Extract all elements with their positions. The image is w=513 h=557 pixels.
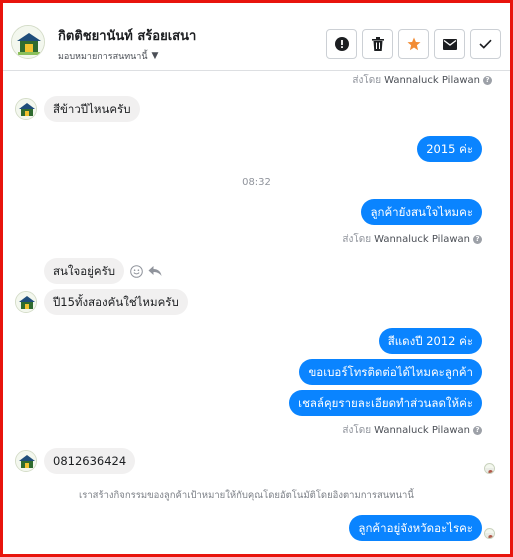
message-bubble[interactable]: 0812636424 bbox=[44, 448, 136, 474]
messenger-window: กิตติชยานันท์ สร้อยเสนา มอบหมายการสนทนาน… bbox=[0, 0, 513, 557]
timestamp: 08:32 bbox=[242, 177, 271, 188]
message-bubble[interactable]: สีข้าวปีไหนครับ bbox=[44, 96, 140, 122]
sent-by-label: ส่งโดย Wannaluck Pilawan ? bbox=[352, 73, 492, 88]
customer-avatar[interactable] bbox=[15, 450, 37, 472]
sender-name: Wannaluck Pilawan bbox=[374, 425, 470, 436]
customer-avatar[interactable] bbox=[15, 291, 37, 313]
outgoing-message-row: 2015 ค่ะ bbox=[417, 136, 482, 162]
message-bubble[interactable]: สนใจอยู่ครับ bbox=[44, 258, 125, 284]
page-avatar[interactable] bbox=[11, 25, 45, 59]
message-bubble[interactable]: ลูกค้ายังสนใจไหมคะ bbox=[361, 199, 482, 225]
conversation-header: กิตติชยานันท์ สร้อยเสนา มอบหมายการสนทนาน… bbox=[3, 3, 510, 71]
outgoing-message-row: สีแดงปี 2012 ค่ะ bbox=[378, 328, 482, 354]
message-bubble[interactable]: ขอเบอร์โทรติดต่อได้ไหมคะลูกค้า bbox=[299, 359, 482, 385]
outgoing-message-row: ลูกค้ายังสนใจไหมคะ bbox=[361, 199, 482, 225]
message-bubble[interactable]: เชลล์คุยรายละเอียดทำส่วนลดให้ค่ะ bbox=[289, 390, 482, 416]
message-list[interactable]: ส่งโดย Wannaluck Pilawan ? สีข้าวปีไหนคร… bbox=[3, 72, 510, 554]
assign-conversation[interactable]: มอบหมายการสนทนานี้ ▼ bbox=[58, 49, 158, 63]
message-bubble[interactable]: ปี15ทั้งสองคันใช่ไหมครับ bbox=[44, 289, 188, 315]
incoming-message-row: 0812636424 bbox=[15, 448, 136, 474]
message-bubble[interactable]: สีแดงปี 2012 ค่ะ bbox=[378, 328, 482, 354]
message-actions bbox=[130, 264, 162, 278]
help-icon[interactable]: ? bbox=[473, 235, 482, 244]
outgoing-message-row: เชลล์คุยรายละเอียดทำส่วนลดให้ค่ะ bbox=[289, 390, 482, 416]
delete-button[interactable] bbox=[362, 29, 393, 59]
help-icon[interactable]: ? bbox=[483, 76, 492, 85]
reply-icon[interactable] bbox=[148, 265, 162, 277]
customer-avatar[interactable] bbox=[15, 98, 37, 120]
star-button[interactable] bbox=[398, 29, 429, 59]
incoming-message-row: สนใจอยู่ครับ bbox=[44, 258, 162, 284]
sender-name: Wannaluck Pilawan bbox=[374, 234, 470, 245]
assign-label: มอบหมายการสนทนานี้ bbox=[58, 52, 148, 62]
sent-by-prefix: ส่งโดย bbox=[352, 75, 382, 86]
sent-by-label: ส่งโดย Wannaluck Pilawan ? bbox=[342, 232, 482, 247]
page-title: กิตติชยานันท์ สร้อยเสนา bbox=[58, 29, 197, 44]
seen-avatar bbox=[484, 528, 495, 539]
conversation-toolbar bbox=[326, 29, 501, 59]
help-icon[interactable]: ? bbox=[473, 426, 482, 435]
message-bubble[interactable]: 2015 ค่ะ bbox=[417, 136, 482, 162]
sent-by-prefix: ส่งโดย bbox=[342, 425, 372, 436]
message-bubble[interactable]: ลูกค้าอยู่จังหวัดอะไรคะ bbox=[349, 515, 482, 541]
seen-avatar bbox=[484, 463, 495, 474]
check-icon bbox=[479, 39, 492, 49]
report-button[interactable] bbox=[326, 29, 357, 59]
emoji-icon[interactable] bbox=[130, 264, 143, 278]
sent-by-prefix: ส่งโดย bbox=[342, 234, 372, 245]
incoming-message-row: ปี15ทั้งสองคันใช่ไหมครับ bbox=[15, 289, 188, 315]
auto-activity-notice: เราสร้างกิจกรรมของลูกค้าเป้าหมายให้กับคุ… bbox=[79, 490, 414, 501]
mail-button[interactable] bbox=[434, 29, 465, 59]
sent-by-label: ส่งโดย Wannaluck Pilawan ? bbox=[342, 423, 482, 438]
incoming-message-row: สีข้าวปีไหนครับ bbox=[15, 96, 140, 122]
outgoing-message-row: ขอเบอร์โทรติดต่อได้ไหมคะลูกค้า bbox=[299, 359, 482, 385]
done-button[interactable] bbox=[470, 29, 501, 59]
alert-icon bbox=[334, 37, 349, 51]
mail-icon bbox=[442, 38, 457, 50]
star-icon bbox=[407, 37, 420, 51]
outgoing-message-row: ลูกค้าอยู่จังหวัดอะไรคะ bbox=[349, 515, 482, 541]
trash-icon bbox=[371, 37, 384, 51]
chevron-down-icon: ▼ bbox=[151, 51, 159, 61]
sender-name: Wannaluck Pilawan bbox=[384, 75, 480, 86]
